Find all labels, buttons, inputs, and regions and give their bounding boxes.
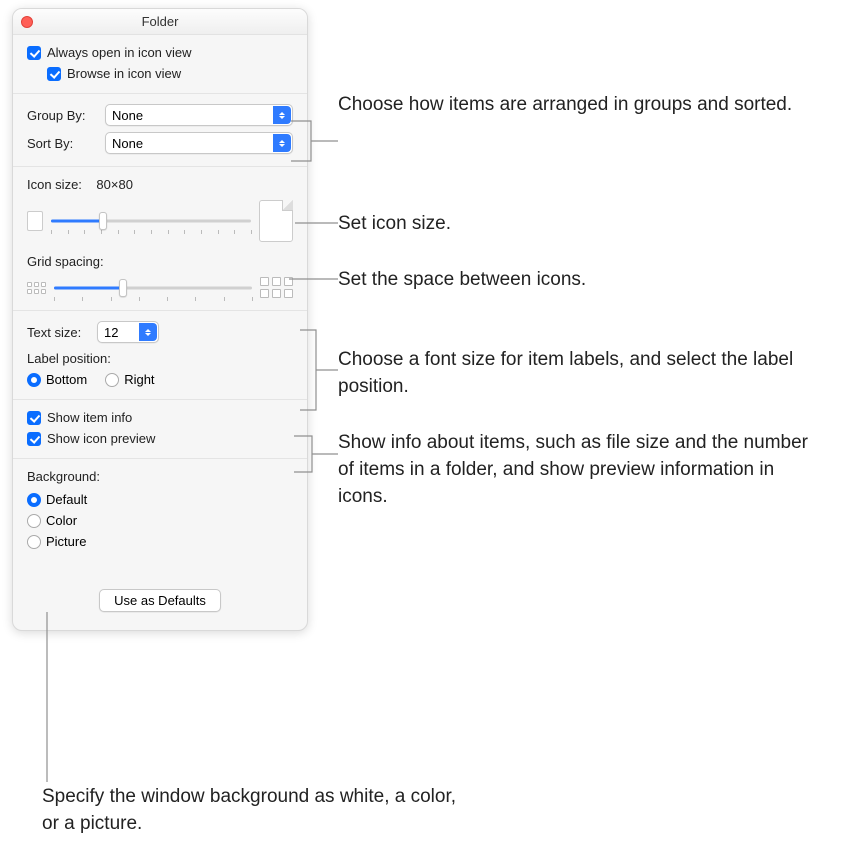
callout-show-info: Show info about items, such as file size… (338, 430, 808, 511)
callout-group-sort: Choose how items are arranged in groups … (338, 92, 792, 119)
section-icon-size: Icon size: 80×80 Grid spacing: (13, 167, 307, 311)
updown-icon (139, 323, 157, 341)
grid-spacing-label: Grid spacing: (27, 254, 293, 269)
text-size-select[interactable]: 12 (97, 321, 159, 343)
window-title: Folder (142, 14, 179, 29)
label-position-label: Label position: (27, 351, 293, 366)
grid-spacing-slider[interactable] (54, 279, 252, 297)
text-size-value: 12 (104, 325, 118, 340)
sort-by-label: Sort By: (27, 136, 105, 151)
callout-text-labels: Choose a font size for item labels, and … (338, 347, 798, 401)
always-open-checkbox[interactable] (27, 46, 41, 60)
group-by-value: None (112, 108, 143, 123)
callout-grid-spacing: Set the space between icons. (338, 267, 586, 294)
bg-picture-label[interactable]: Picture (27, 534, 293, 549)
always-open-text: Always open in icon view (47, 45, 192, 60)
use-as-defaults-button[interactable]: Use as Defaults (99, 589, 221, 612)
label-bottom-radio-label[interactable]: Bottom (27, 372, 87, 387)
show-item-info-checkbox[interactable] (27, 411, 41, 425)
small-file-icon (27, 211, 43, 231)
always-open-checkbox-label[interactable]: Always open in icon view (27, 45, 192, 60)
show-icon-preview-checkbox[interactable] (27, 432, 41, 446)
show-item-info-label[interactable]: Show item info (27, 410, 132, 425)
text-size-label: Text size: (27, 325, 97, 340)
group-by-label: Group By: (27, 108, 105, 123)
browse-icon-text: Browse in icon view (67, 66, 181, 81)
label-right-radio-label[interactable]: Right (105, 372, 154, 387)
label-bottom-radio[interactable] (27, 373, 41, 387)
background-label: Background: (27, 469, 293, 484)
callout-icon-size: Set icon size. (338, 211, 451, 238)
updown-icon (273, 106, 291, 124)
group-by-select[interactable]: None (105, 104, 293, 126)
browse-icon-checkbox[interactable] (47, 67, 61, 81)
callout-background: Specify the window background as white, … (42, 784, 462, 838)
browse-icon-checkbox-label[interactable]: Browse in icon view (47, 66, 181, 81)
icon-size-header: Icon size: 80×80 (27, 177, 293, 192)
sort-by-select[interactable]: None (105, 132, 293, 154)
section-text: Text size: 12 Label position: Bottom Rig… (13, 311, 307, 400)
label-right-radio[interactable] (105, 373, 119, 387)
view-options-panel: Folder Always open in icon view Browse i… (12, 8, 308, 631)
updown-icon (273, 134, 291, 152)
close-icon[interactable] (21, 16, 33, 28)
bg-default-radio[interactable] (27, 493, 41, 507)
section-footer: Use as Defaults (13, 561, 307, 630)
bg-picture-radio[interactable] (27, 535, 41, 549)
sort-by-value: None (112, 136, 143, 151)
section-open-mode: Always open in icon view Browse in icon … (13, 35, 307, 94)
icon-size-slider[interactable] (51, 212, 251, 230)
show-icon-preview-label[interactable]: Show icon preview (27, 431, 155, 446)
titlebar: Folder (13, 9, 307, 35)
section-show-info: Show item info Show icon preview (13, 400, 307, 459)
section-background: Background: Default Color Picture (13, 459, 307, 561)
icon-size-value: 80×80 (96, 177, 133, 192)
bg-color-radio[interactable] (27, 514, 41, 528)
grid-tight-icon (27, 282, 46, 294)
section-group-sort: Group By: None Sort By: None (13, 94, 307, 167)
leader-line (46, 612, 48, 782)
grid-loose-icon (260, 277, 293, 298)
bg-default-label[interactable]: Default (27, 492, 293, 507)
bg-color-label[interactable]: Color (27, 513, 293, 528)
large-file-icon (259, 200, 293, 242)
